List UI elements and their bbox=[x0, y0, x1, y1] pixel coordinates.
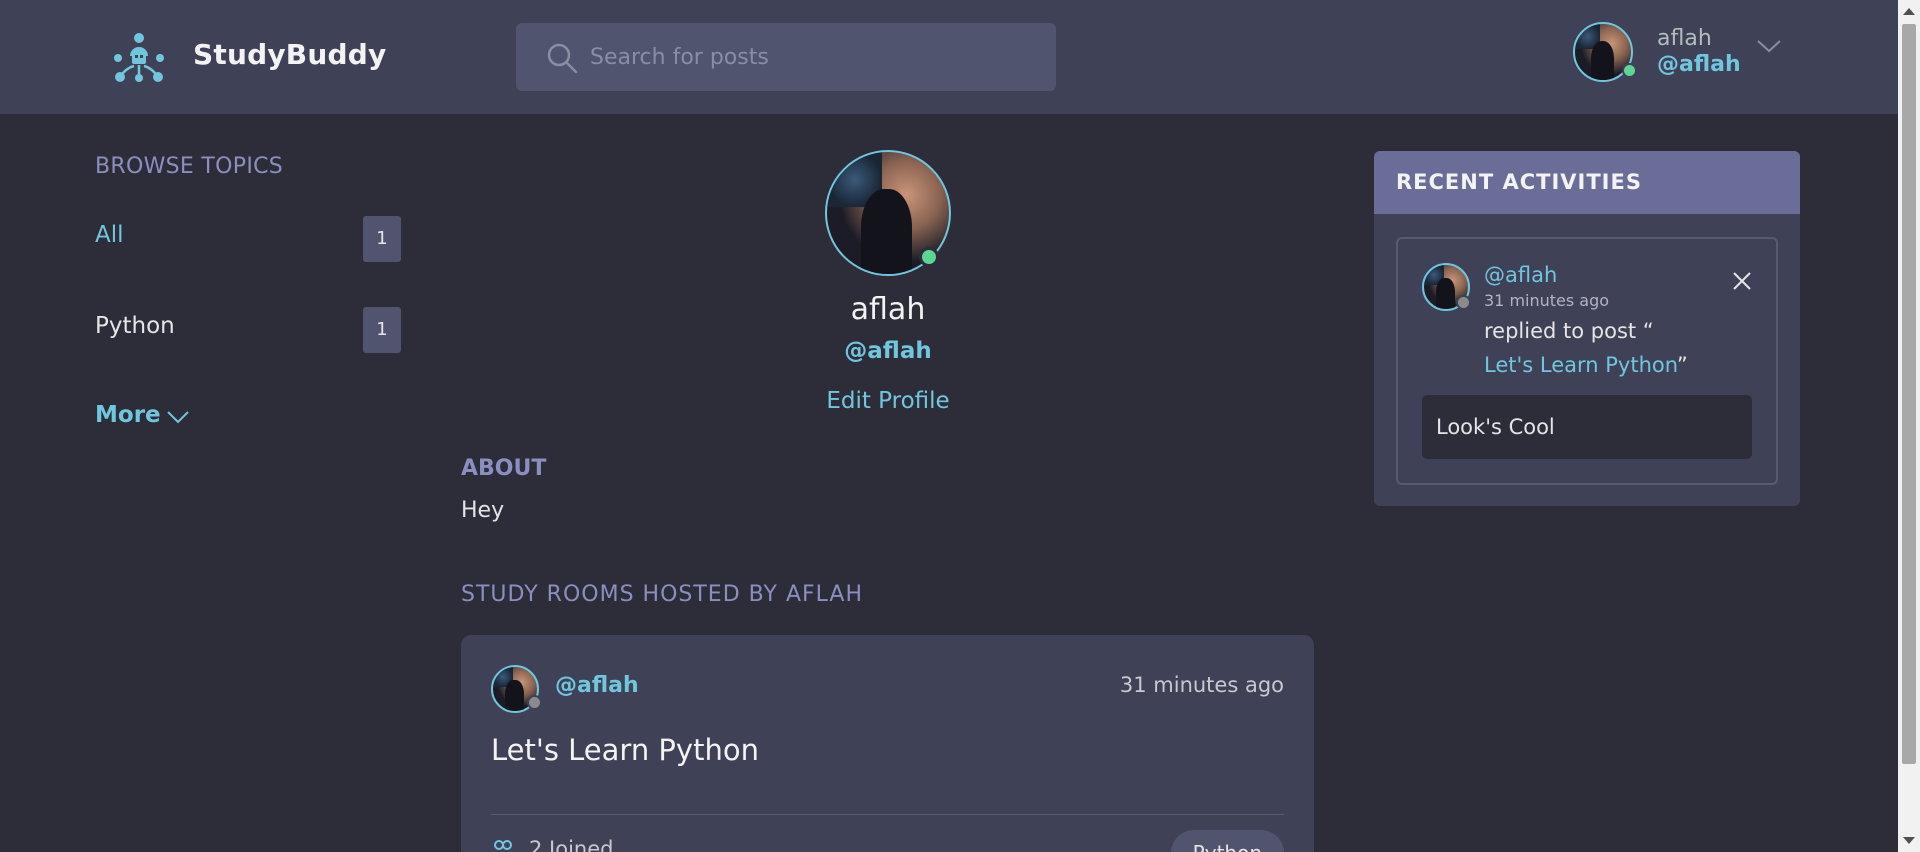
close-icon[interactable] bbox=[1732, 271, 1752, 291]
user-name: aflah bbox=[1657, 26, 1712, 51]
people-icon bbox=[494, 840, 512, 850]
joined-count: 2 Joined bbox=[529, 837, 614, 852]
topic-item-all[interactable]: All 1 bbox=[95, 216, 401, 262]
online-status-dot bbox=[919, 247, 939, 267]
logo-icon[interactable] bbox=[112, 32, 166, 84]
scroll-thumb[interactable] bbox=[1902, 24, 1916, 764]
about-text: Hey bbox=[461, 498, 505, 523]
activity-item: @aflah 31 minutes ago replied to post “ … bbox=[1396, 237, 1778, 485]
edit-profile-link[interactable]: Edit Profile bbox=[700, 388, 1076, 414]
recent-activities-panel: RECENT ACTIVITIES @aflah 31 minutes ago … bbox=[1374, 151, 1800, 506]
quote-close: ” bbox=[1676, 353, 1688, 377]
offline-status-dot bbox=[1456, 295, 1471, 310]
offline-status-dot bbox=[527, 695, 542, 710]
chevron-down-icon[interactable] bbox=[1755, 36, 1783, 56]
more-label: More bbox=[95, 402, 161, 428]
scroll-down-arrow[interactable] bbox=[1903, 837, 1915, 844]
topic-label: All bbox=[95, 222, 124, 248]
room-card: @aflah 31 minutes ago Let's Learn Python… bbox=[461, 635, 1314, 852]
chevron-down-icon bbox=[167, 411, 189, 424]
profile-name: aflah bbox=[850, 292, 926, 327]
scrollbar[interactable] bbox=[1898, 0, 1920, 852]
topic-label: Python bbox=[95, 313, 175, 339]
topic-item-python[interactable]: Python 1 bbox=[95, 307, 401, 353]
top-navbar: StudyBuddy aflah @aflah bbox=[0, 0, 1898, 114]
activity-timestamp: 31 minutes ago bbox=[1484, 291, 1610, 310]
room-host-link[interactable]: @aflah bbox=[555, 673, 639, 698]
recent-activities-heading: RECENT ACTIVITIES bbox=[1374, 151, 1800, 214]
room-topic-tag[interactable]: Python bbox=[1170, 830, 1284, 852]
profile-handle[interactable]: @aflah bbox=[700, 338, 1076, 364]
about-heading: ABOUT bbox=[461, 456, 547, 481]
activity-reply-text: Look's Cool bbox=[1422, 395, 1752, 459]
search-icon bbox=[547, 43, 578, 74]
brand-name[interactable]: StudyBuddy bbox=[193, 38, 386, 71]
room-title-link[interactable]: Let's Learn Python bbox=[491, 733, 759, 767]
hosted-rooms-heading: STUDY ROOMS HOSTED BY AFLAH bbox=[461, 582, 864, 607]
activity-post-link[interactable]: Let's Learn Python bbox=[1484, 353, 1677, 377]
activity-post: Let's Learn Python” bbox=[1484, 353, 1688, 377]
topic-count-badge: 1 bbox=[363, 216, 401, 262]
more-topics-button[interactable]: More bbox=[95, 402, 189, 432]
browse-topics-heading: BROWSE TOPICS bbox=[95, 154, 284, 179]
scroll-up-arrow[interactable] bbox=[1903, 8, 1915, 15]
activity-action-text: replied to post “ bbox=[1484, 319, 1654, 343]
user-handle: @aflah bbox=[1657, 52, 1741, 77]
search-bar[interactable] bbox=[516, 23, 1056, 91]
user-menu[interactable]: aflah @aflah bbox=[1573, 22, 1783, 88]
search-input[interactable] bbox=[590, 23, 1030, 91]
divider bbox=[491, 814, 1284, 815]
room-timestamp: 31 minutes ago bbox=[1119, 673, 1284, 697]
online-status-dot bbox=[1622, 63, 1637, 78]
topic-count-badge: 1 bbox=[363, 307, 401, 353]
activity-user-link[interactable]: @aflah bbox=[1484, 263, 1557, 287]
